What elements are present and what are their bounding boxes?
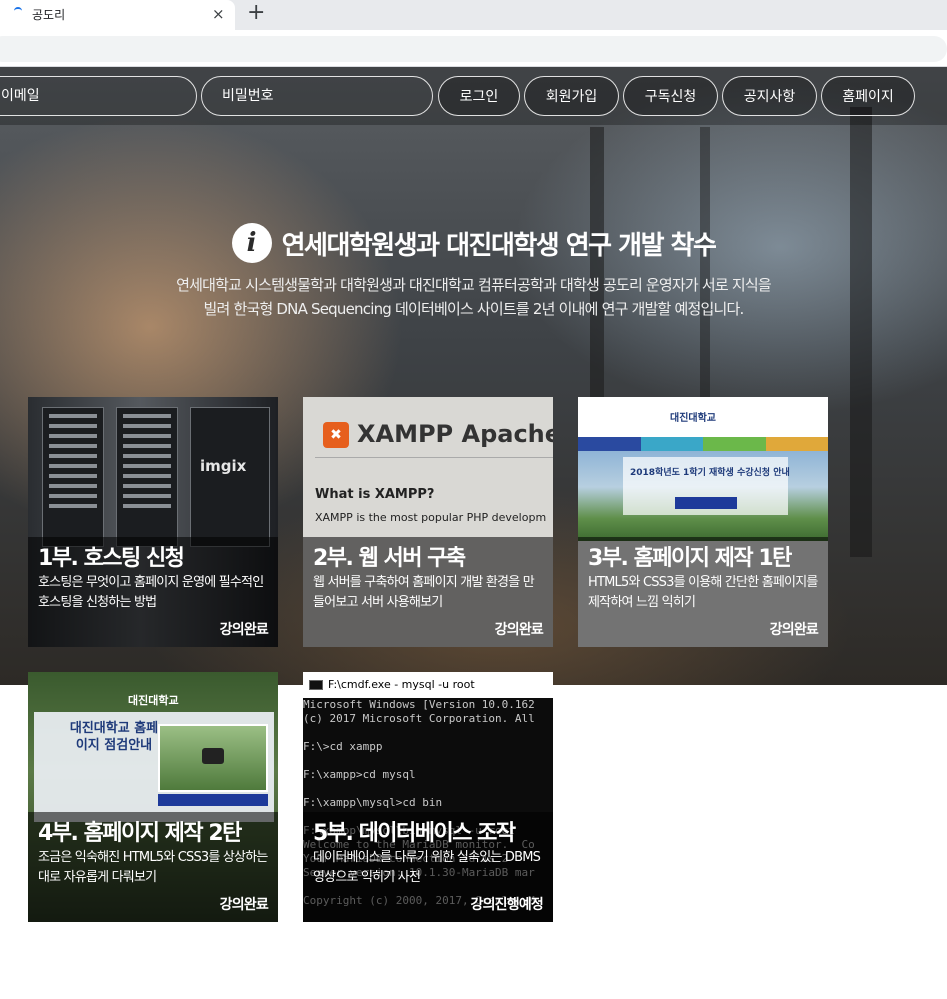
xampp-question: What is XAMPP? [315, 487, 435, 502]
notice-box-button [675, 497, 737, 509]
card-title: 5부. 데이터베이스 조작 [313, 821, 516, 846]
card-status: 강의완료 [494, 622, 544, 638]
lecture-card-1[interactable]: imgix 1부. 호스팅 신청 호스팅은 무엇이고 홈페이지 운영에 필수적인… [28, 397, 278, 647]
announcement-header: i 연세대학원생과 대진대학생 연구 개발 착수 [231, 223, 717, 263]
xampp-logo-icon: ✖ [323, 422, 349, 448]
card-title: 1부. 호스팅 신청 [38, 546, 185, 571]
info-icon: i [231, 223, 272, 263]
lecture-card-3[interactable]: 대진대학교 2018학년도 1학기 재학생 수강신청 안내 3부. 홈페이지 제… [578, 397, 828, 647]
play-icon [202, 748, 224, 764]
lecture-card-2[interactable]: ✖ XAMPP Apache What is XAMPP? XAMPP is t… [303, 397, 553, 647]
announcement: i 연세대학원생과 대진대학생 연구 개발 착수 연세대학교 시스템생물학과 대… [0, 223, 947, 321]
card-description: 데이터베이스를 다루기 위한 실속있는 DBMS 영상으로 익히기 사전 [313, 850, 541, 885]
login-button[interactable]: 로그인 [438, 76, 520, 116]
lecture-card-4[interactable]: 대진대학교 대진대학교 홈페이지 점검안내 4부. 홈페이지 제작 2탄 조금은… [28, 672, 278, 922]
university-logo: 대진대학교 [670, 413, 716, 424]
console-title: F:\cmdf.exe - mysql -u root [328, 678, 475, 691]
browser-tab[interactable]: 공도리 × [0, 0, 235, 30]
card-status: 강의완료 [219, 622, 269, 638]
imgix-logo: imgix [200, 457, 247, 475]
email-input[interactable] [0, 76, 197, 116]
terminal-icon [309, 680, 323, 690]
announcement-line: 빌려 한국형 DNA Sequencing 데이터베이스 사이트를 2년 이내에… [203, 300, 745, 318]
notice-box-title: 2018학년도 1학기 재학생 수강신청 안내 [630, 468, 790, 478]
announcement-text: 연세대학교 시스템생물학과 대학원생과 대진대학교 컴퓨터공학과 대학생 공도리… [0, 273, 947, 321]
server-rack-image [116, 407, 178, 547]
card-status: 강의완료 [219, 897, 269, 913]
card-description: 조금은 익숙해진 HTML5와 CSS3를 상상하는대로 자유롭게 다뤄보기 [38, 850, 268, 885]
divider [315, 457, 553, 458]
homepage-button[interactable]: 홈페이지 [821, 76, 915, 116]
announcement-line: 연세대학교 시스템생물학과 대학원생과 대진대학교 컴퓨터공학과 대학생 공도리… [176, 276, 772, 294]
tab-title: 공도리 [32, 8, 66, 22]
card-description: 웹 서버를 구축하여 홈페이지 개발 환경을 만들어보고 서버 사용해보기 [313, 575, 535, 610]
panel-button [158, 794, 268, 806]
login-bar: 로그인 회원가입 구독신청 공지사항 홈페이지 [0, 67, 947, 125]
xampp-heading: XAMPP Apache [357, 420, 553, 448]
card-description: HTML5와 CSS3를 이용해 간단한 홈페이지를 제작하여 느낌 익히기 [588, 575, 818, 610]
signup-button[interactable]: 회원가입 [524, 76, 619, 116]
loading-spinner-icon [14, 7, 22, 15]
new-tab-button[interactable]: + [247, 1, 265, 25]
card-status: 강의진행예정 [470, 897, 544, 913]
background-window-frame [850, 107, 872, 557]
console-titlebar: F:\cmdf.exe - mysql -u root [303, 672, 553, 698]
card-title: 3부. 홈페이지 제작 1탄 [588, 546, 792, 571]
university-logo: 대진대학교 [128, 694, 179, 707]
card-description: 호스팅은 무엇이고 홈페이지 운영에 필수적인 호스팅을 신청하는 방법 [38, 575, 264, 610]
card-status: 강의완료 [769, 622, 819, 638]
announcement-title: 연세대학원생과 대진대학생 연구 개발 착수 [281, 230, 717, 261]
address-bar [0, 30, 947, 67]
tab-close-icon[interactable]: × [212, 4, 225, 24]
maintenance-title: 대진대학교 홈페이지 점검안내 [69, 721, 159, 753]
browser-tab-strip: 공도리 × + [0, 0, 947, 30]
notice-button[interactable]: 공지사항 [722, 76, 817, 116]
subscribe-button[interactable]: 구독신청 [623, 76, 718, 116]
lecture-card-5[interactable]: F:\cmdf.exe - mysql -u root Microsoft Wi… [303, 672, 553, 922]
card-title: 4부. 홈페이지 제작 2탄 [38, 821, 242, 846]
server-rack-image [190, 407, 270, 547]
address-field[interactable] [0, 36, 947, 62]
password-input[interactable] [201, 76, 433, 116]
card-title: 2부. 웹 서버 구축 [313, 546, 466, 571]
server-rack-image [42, 407, 104, 547]
site-nav-image [578, 437, 828, 451]
xampp-paragraph: XAMPP is the most popular PHP developm [315, 511, 547, 524]
